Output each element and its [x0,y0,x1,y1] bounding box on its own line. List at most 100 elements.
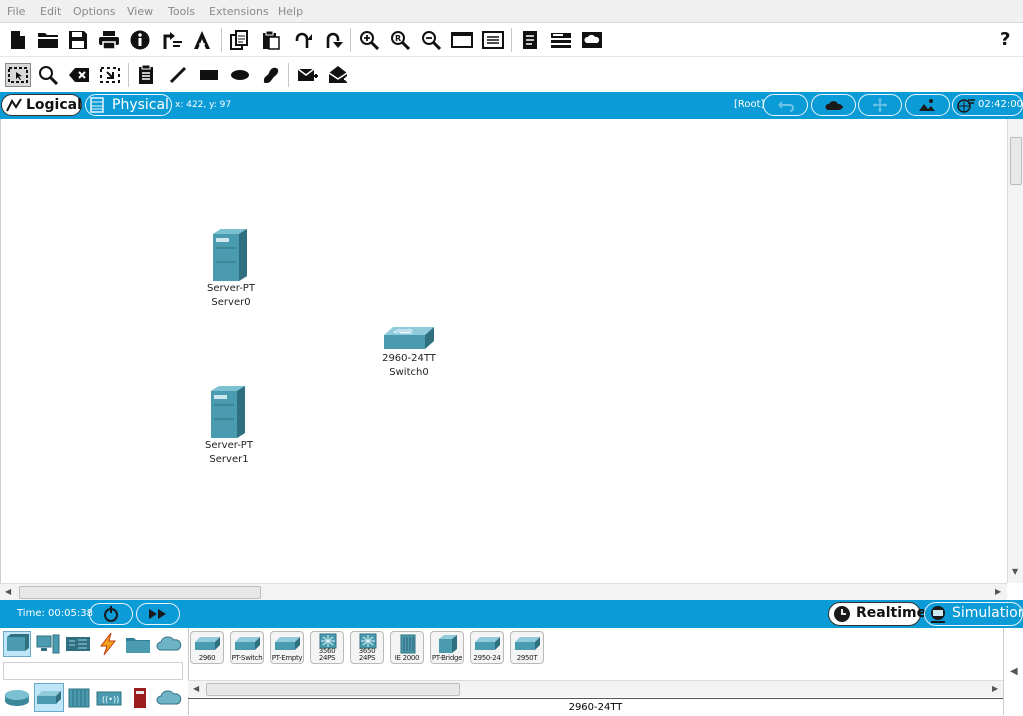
paste-icon[interactable] [259,28,283,52]
set-tiled-background-button[interactable] [905,94,950,116]
device-tile-2950-24[interactable]: 2950-24 [470,631,504,664]
device-tile-2950t[interactable]: 2950T [510,631,544,664]
collapse-arrow-icon[interactable]: ◀ [1010,666,1018,677]
power-cycle-devices-button[interactable] [89,603,133,625]
menu-help[interactable]: Help [278,5,303,18]
logical-workspace[interactable]: Server-PT Server0 2960-24TT Switch0 Serv… [0,119,1008,583]
root-breadcrumb[interactable]: [Root] [734,99,764,110]
scroll-down-arrow-icon[interactable]: ▼ [1012,567,1018,576]
print-icon[interactable] [97,28,121,52]
components-icon[interactable] [64,631,92,657]
draw-ellipse-icon[interactable] [228,63,252,87]
switch-icon [235,637,260,650]
simulation-mode-button[interactable]: Simulation [924,602,1023,626]
security-icon[interactable] [126,685,154,711]
wan-emulation-icon[interactable] [155,685,183,711]
physical-tab[interactable]: Physical [85,94,172,116]
device-scroll-thumb[interactable] [206,683,460,696]
panel-collapse-strip[interactable]: ◀ [1003,628,1023,715]
freeform-icon[interactable] [259,63,283,87]
save-icon[interactable] [66,28,90,52]
resize-shape-icon[interactable] [98,63,122,87]
activity-wizard-icon[interactable] [190,28,214,52]
move-icon [873,98,887,112]
logical-icon [6,98,22,112]
viewport-globe-icon [957,99,975,113]
connections-icon[interactable] [94,631,122,657]
custom-device-dialog-icon[interactable] [481,28,505,52]
inspect-icon[interactable] [36,63,60,87]
redo-icon[interactable] [321,28,345,52]
undo-icon[interactable] [290,28,314,52]
menu-edit[interactable]: Edit [40,5,61,18]
device-tile-ie-2000[interactable]: IE 2000 [390,631,424,664]
command-log-icon[interactable] [549,28,573,52]
horizontal-scroll-thumb[interactable] [19,586,261,599]
hubs-icon[interactable] [65,685,93,711]
device-name-label: Switch0 [389,367,429,378]
menu-file[interactable]: File [7,5,25,18]
copy-icon[interactable] [227,28,251,52]
add-complex-pdu-icon[interactable] [327,63,351,87]
scroll-right-arrow-icon[interactable]: ▶ [995,587,1001,596]
category-search-field[interactable] [3,662,183,680]
select-icon[interactable] [5,63,31,87]
new-cluster-button[interactable] [811,94,856,116]
pdu-list-icon[interactable] [518,28,542,52]
cloud-capture-icon[interactable] [580,28,604,52]
menu-view[interactable]: View [127,5,153,18]
device-tile-3650-24ps[interactable]: 3650 24PS [350,631,384,664]
drawing-palette-icon[interactable] [450,28,474,52]
vertical-scroll-thumb[interactable] [1010,137,1022,185]
delete-icon[interactable] [67,63,91,87]
device-tile-3560-24ps[interactable]: 3560 24PS [310,631,344,664]
zoom-reset-icon[interactable]: R [388,28,412,52]
zoom-in-icon[interactable] [357,28,381,52]
scroll-left-arrow-icon[interactable]: ◀ [5,587,11,596]
workspace-horizontal-scrollbar[interactable]: ◀ ▶ [0,583,1007,601]
wireless-devices-icon[interactable]: ((•)) [95,685,123,711]
device-tile-pt-switch[interactable]: PT-Switch [230,631,264,664]
fast-forward-button[interactable] [136,603,180,625]
info-icon[interactable] [128,28,152,52]
help-question-icon[interactable]: ? [1000,29,1010,50]
simulation-icon [931,606,945,623]
network-wizard-icon[interactable] [160,28,184,52]
device-list-scrollbar[interactable]: ◀ ▶ [188,680,1003,697]
device-tile-pt-empty[interactable]: PT-Empty [270,631,304,664]
multiuser-icon[interactable] [155,631,183,657]
device-tile-pt-bridge[interactable]: PT-Bridge [430,631,464,664]
new-file-icon[interactable] [6,28,30,52]
workspace-vertical-scrollbar[interactable]: ▼ [1007,119,1023,583]
industrial-switch-icon [400,634,416,654]
cluster-icon [825,101,843,110]
back-button[interactable] [763,94,808,116]
selected-device-name: 2960-24TT [188,698,1003,716]
network-devices-icon[interactable] [3,631,31,657]
menu-options[interactable]: Options [73,5,115,18]
miscellaneous-icon[interactable] [124,631,152,657]
switches-icon[interactable] [34,683,64,712]
realtime-mode-button[interactable]: Realtime [828,602,926,626]
device-name-label: Server1 [209,454,249,465]
bridge-icon [439,635,457,653]
device-server1[interactable] [206,385,246,444]
device-tile-2960[interactable]: 2960 [190,631,224,664]
routers-icon[interactable] [3,685,31,711]
add-simple-pdu-icon[interactable] [296,63,320,87]
device-server0[interactable] [208,228,248,287]
zoom-out-icon[interactable] [419,28,443,52]
logical-tab[interactable]: Logical [1,94,82,116]
menu-tools[interactable]: Tools [168,5,195,18]
background-image-icon [919,99,935,111]
scroll-right-arrow-icon[interactable]: ▶ [992,684,998,693]
end-devices-icon[interactable] [34,631,62,657]
draw-rectangle-icon[interactable] [197,63,221,87]
open-folder-icon[interactable] [36,28,60,52]
device-tile-label: 3560 24PS [318,647,336,662]
draw-line-icon[interactable] [166,63,190,87]
move-object-button[interactable] [858,94,902,116]
menu-extensions[interactable]: Extensions [209,5,269,18]
place-note-icon[interactable] [134,63,158,87]
scroll-left-arrow-icon[interactable]: ◀ [193,684,199,693]
